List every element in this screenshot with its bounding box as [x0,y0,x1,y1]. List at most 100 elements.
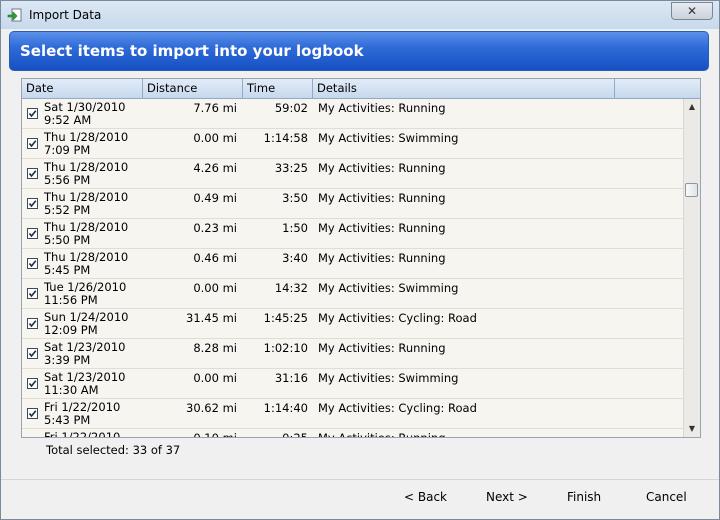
row-time-of-day: 5:50 PM [44,233,91,247]
row-checkbox[interactable] [27,408,38,419]
row-duration: 1:14:40 [263,401,308,415]
vertical-scrollbar[interactable]: ▲ ▼ [683,99,700,437]
scroll-thumb[interactable] [685,183,698,197]
row-checkbox[interactable] [27,318,38,329]
row-details: My Activities: Swimming [318,281,459,295]
row-time-of-day: 3:39 PM [44,353,91,367]
checkmark-icon [28,320,37,328]
checkmark-icon [28,200,37,208]
column-header-blank [615,79,700,98]
total-selected-label: Total selected: 33 of 37 [46,443,181,457]
column-header-time[interactable]: Time [243,79,313,98]
row-details: My Activities: Running [318,161,446,175]
title-bar[interactable]: Import Data ✕ [1,1,719,29]
row-duration: 1:02:10 [263,341,308,355]
table-row[interactable]: Sat 1/23/2010 3:39 PM 8.28 mi 1:02:10 My Act… [22,339,684,369]
row-details: My Activities: Running [318,251,446,265]
row-checkbox[interactable] [27,108,38,119]
row-distance: 0.23 mi [193,221,237,235]
row-time-of-day: 5:43 PM [44,413,91,427]
row-checkbox[interactable] [27,348,38,359]
import-data-window: Import Data ✕ Select items to import int… [0,0,720,520]
row-time-of-day: 11:56 PM [44,293,98,307]
next-button[interactable]: Next > [486,490,528,504]
row-duration: 33:25 [274,161,308,175]
table-row[interactable]: Thu 1/28/2010 5:50 PM 0.23 mi 1:50 My Activi… [22,219,684,249]
scroll-down-arrow-icon[interactable]: ▼ [687,424,697,434]
row-time-of-day: 5:45 PM [44,263,91,277]
close-button[interactable]: ✕ [671,2,713,20]
row-distance: 31.45 mi [186,311,237,325]
row-duration: 14:32 [274,281,308,295]
table-row[interactable]: Fri 1/22/2010 5:43 PM 30.62 mi 1:14:40 My Ac… [22,399,684,429]
row-time-of-day: 9:52 AM [44,113,92,127]
row-duration: 1:45:25 [263,311,308,325]
row-distance: 7.76 mi [193,101,237,115]
page-title: Select items to import into your logbook [20,42,364,60]
table-row[interactable]: Sat 1/23/2010 11:30 AM 0.00 mi 31:16 My Acti… [22,369,684,399]
checkmark-icon [28,170,37,178]
column-header-date[interactable]: Date [22,79,143,98]
row-time-of-day: 7:09 PM [44,143,91,157]
row-checkbox[interactable] [27,228,38,239]
finish-button[interactable]: Finish [567,490,601,504]
row-details: My Activities: Running [318,191,446,205]
import-list[interactable]: Date Distance Time Details Sat 1/30/2010… [21,78,701,438]
table-row[interactable]: Fri 1/22/2010 0.10 mi 0:25 My Activities: R… [22,429,684,438]
import-icon [7,7,23,23]
row-details: My Activities: Running [318,431,446,437]
table-row[interactable]: Sat 1/30/2010 9:52 AM 7.76 mi 59:02 My Activ… [22,99,684,129]
row-checkbox[interactable] [27,168,38,179]
cancel-button[interactable]: Cancel [646,490,687,504]
row-time-of-day: 11:30 AM [44,383,99,397]
table-row[interactable]: Thu 1/28/2010 5:52 PM 0.49 mi 3:50 My Activi… [22,189,684,219]
row-details: My Activities: Running [318,221,446,235]
close-icon: ✕ [686,4,698,18]
row-distance: 30.62 mi [186,401,237,415]
row-duration: 3:40 [282,251,308,265]
table-row[interactable]: Sun 1/24/2010 12:09 PM 31.45 mi 1:45:25 My A… [22,309,684,339]
row-details: My Activities: Cycling: Road [318,311,477,325]
row-distance: 0.49 mi [193,191,237,205]
column-header-distance[interactable]: Distance [143,79,243,98]
row-distance: 0.00 mi [193,131,237,145]
checkmark-icon [28,410,37,418]
scroll-up-arrow-icon[interactable]: ▲ [687,102,697,112]
row-time-of-day: 5:56 PM [44,173,91,187]
row-checkbox[interactable] [27,378,38,389]
row-distance: 8.28 mi [193,341,237,355]
row-duration: 1:50 [282,221,308,235]
row-time-of-day: 5:52 PM [44,203,91,217]
table-row[interactable]: Thu 1/28/2010 5:45 PM 0.46 mi 3:40 My Activi… [22,249,684,279]
column-header-details[interactable]: Details [313,79,615,98]
row-distance: 0.00 mi [193,371,237,385]
row-checkbox[interactable] [27,258,38,269]
row-duration: 59:02 [274,101,308,115]
row-duration: 0:25 [242,431,308,437]
back-button[interactable]: < Back [404,490,447,504]
row-duration: 3:50 [282,191,308,205]
row-container: Sat 1/30/2010 9:52 AM 7.76 mi 59:02 My Activ… [22,99,684,437]
wizard-header: Select items to import into your logbook [9,31,709,71]
checkmark-icon [28,380,37,388]
checkmark-icon [28,230,37,238]
row-details: My Activities: Running [318,341,446,355]
row-distance: 0.00 mi [193,281,237,295]
row-date: Fri 1/22/2010 [44,430,121,438]
table-row[interactable]: Thu 1/28/2010 7:09 PM 0.00 mi 1:14:58 My Act… [22,129,684,159]
row-distance: 0.10 mi [142,431,237,437]
column-header-row: Date Distance Time Details [22,79,700,99]
checkmark-icon [28,290,37,298]
checkmark-icon [28,260,37,268]
row-checkbox[interactable] [27,138,38,149]
row-details: My Activities: Running [318,101,446,115]
row-checkbox[interactable] [27,198,38,209]
row-distance: 4.26 mi [193,161,237,175]
row-details: My Activities: Cycling: Road [318,401,477,415]
table-row[interactable]: Thu 1/28/2010 5:56 PM 4.26 mi 33:25 My Activ… [22,159,684,189]
row-checkbox[interactable] [27,288,38,299]
window-title: Import Data [29,8,102,22]
checkmark-icon [28,350,37,358]
table-row[interactable]: Tue 1/26/2010 11:56 PM 0.00 mi 14:32 My Acti… [22,279,684,309]
row-duration: 1:14:58 [263,131,308,145]
